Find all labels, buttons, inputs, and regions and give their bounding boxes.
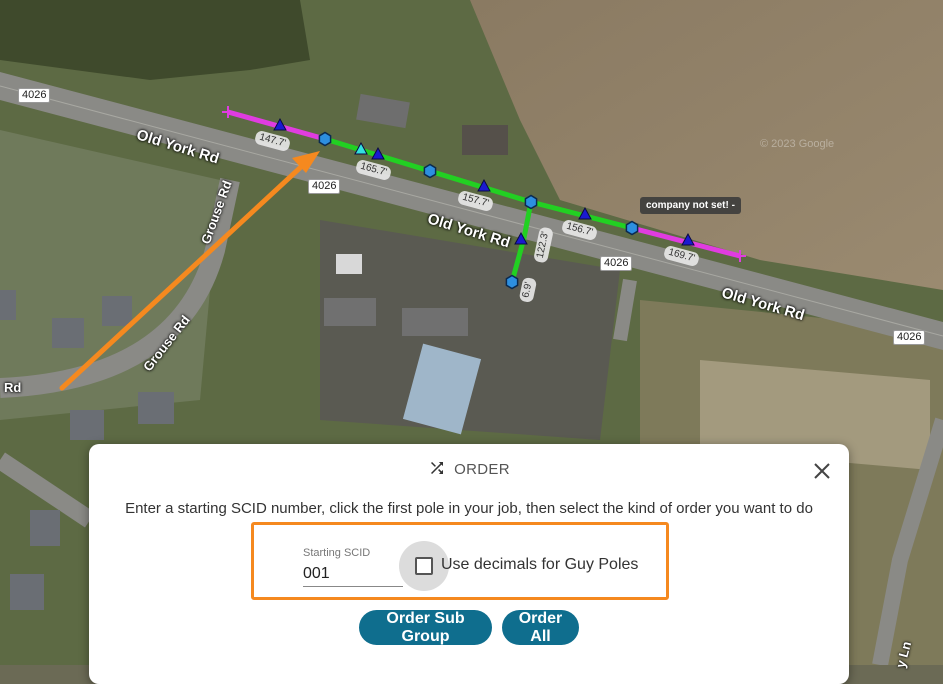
pole-marker[interactable]: [625, 220, 639, 236]
guy-poles-decimal-label[interactable]: Use decimals for Guy Poles: [441, 556, 638, 574]
road-label-rd: Rd: [4, 380, 22, 395]
order-dialog: ORDER Enter a starting SCID number, clic…: [89, 444, 849, 684]
order-sub-group-button[interactable]: Order Sub Group: [359, 610, 492, 645]
close-icon[interactable]: [813, 462, 831, 480]
route-shield: 4026: [18, 88, 51, 103]
company-tooltip: company not set! -: [640, 197, 741, 214]
pole-marker[interactable]: [505, 274, 519, 290]
pole-marker[interactable]: [524, 194, 538, 210]
route-shield: 4026: [600, 256, 633, 271]
starting-scid-input[interactable]: [303, 562, 403, 587]
dialog-instructions: Enter a starting SCID number, click the …: [125, 500, 813, 517]
pole-marker[interactable]: [423, 163, 437, 179]
pole-marker[interactable]: [318, 131, 332, 147]
dialog-header: ORDER: [89, 459, 849, 478]
shuffle-icon: [431, 462, 444, 474]
order-all-button[interactable]: Order All: [502, 610, 579, 645]
dialog-title: ORDER: [454, 461, 510, 478]
route-shield: 4026: [308, 179, 341, 194]
starting-scid-label: Starting SCID: [303, 547, 371, 559]
map-watermark: © 2023 Google: [760, 138, 835, 150]
guy-poles-decimal-checkbox[interactable]: [415, 557, 433, 575]
route-shield: 4026: [893, 330, 926, 345]
